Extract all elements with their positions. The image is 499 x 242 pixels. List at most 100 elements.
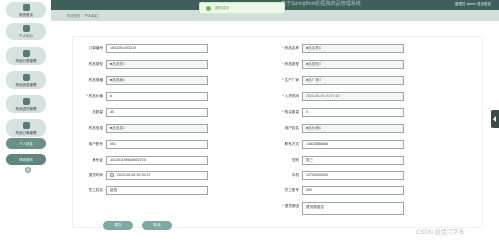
sidebar-item-medicine[interactable]: 药品信息管理 bbox=[6, 71, 46, 89]
field-label: 退货时间 bbox=[88, 173, 103, 177]
field-label: 用户账号 bbox=[88, 142, 103, 146]
field-value: 13700000000 bbox=[306, 173, 328, 177]
sidebar-item-label: 系统首页 bbox=[19, 12, 33, 17]
field-value: 2023-05-05 20:57:43 bbox=[306, 94, 340, 98]
return-reason-textarea[interactable]: 退货原因否 bbox=[302, 202, 404, 215]
field-label: * 入货时间 bbox=[282, 94, 299, 98]
form-field-input[interactable]: 001 bbox=[106, 140, 208, 149]
breadcrumb-home[interactable]: 系统首页 bbox=[67, 14, 81, 18]
cancel-button[interactable]: 取消 bbox=[142, 221, 172, 230]
sidebar-item-label: 个人中心 bbox=[19, 34, 33, 38]
field-label: 用户姓名 bbox=[284, 126, 299, 130]
user-menu[interactable]: 管理员 admin 退出登录 bbox=[455, 0, 491, 8]
field-label: * 药品价格 bbox=[86, 94, 103, 98]
field-label: 联系方式 bbox=[284, 142, 299, 146]
field-label: 员工账号 bbox=[284, 188, 299, 192]
field-value: 张三 bbox=[306, 158, 314, 162]
field-value: 6 bbox=[110, 94, 112, 98]
sidebar-item-category[interactable]: 药品分类管理 bbox=[6, 47, 46, 65]
field-label: 药品信息 bbox=[88, 126, 103, 130]
sidebar-item-home[interactable]: 系统首页 bbox=[6, 2, 46, 18]
home-icon bbox=[22, 3, 30, 11]
form-field-input[interactable]: 13823888888 bbox=[302, 140, 404, 149]
sidebar-item-order[interactable]: 药品订单管理 bbox=[6, 119, 46, 137]
sidebar-subitem-profile-info[interactable]: 个人信息 bbox=[6, 138, 46, 149]
field-value: ■品名称6 bbox=[306, 46, 321, 50]
form-field-input[interactable]: 2023-05-05 20:39:37 bbox=[106, 171, 208, 180]
field-label: * 购买数量 bbox=[282, 110, 299, 114]
field-label: 身份证 bbox=[92, 158, 103, 162]
breadcrumb-current: 个人中心 bbox=[84, 14, 99, 18]
field-label: 药品类型 bbox=[88, 62, 103, 66]
form-field-input[interactable]: ■品规格1 bbox=[106, 76, 208, 85]
sidebar-item-label: 药品分类管理 bbox=[15, 58, 37, 63]
breadcrumb-trail: 系统首页 个人中心 bbox=[67, 13, 98, 18]
form-field-input[interactable]: 6 bbox=[106, 92, 208, 101]
form-field-input[interactable]: 30 bbox=[106, 108, 208, 117]
field-label: * 生产厂家 bbox=[282, 78, 299, 82]
form-field-input[interactable]: ■品类型4 bbox=[302, 60, 404, 69]
field-value: 5 bbox=[306, 110, 308, 114]
form-field-input[interactable]: ■品厂家4 bbox=[302, 76, 404, 85]
form-field-input[interactable]: 000 bbox=[302, 186, 404, 195]
form-field-input[interactable]: 441301199605002710 bbox=[106, 156, 208, 165]
field-label: 总数量 bbox=[92, 110, 103, 114]
toast-message: 操作成功 bbox=[215, 5, 230, 10]
form-field-input[interactable]: ■品类型1 bbox=[106, 60, 208, 69]
field-label: * 药品名称 bbox=[282, 46, 299, 50]
sidebar-subitem-label: 修改密码 bbox=[19, 158, 33, 162]
sidebar-item-label: 药品信息管理 bbox=[15, 82, 37, 87]
field-value: 000 bbox=[306, 188, 312, 192]
sidebar-item-label: 药品订单管理 bbox=[15, 130, 37, 135]
sidebar-item-stock[interactable]: 药品进货管理 bbox=[6, 95, 46, 113]
stock-icon bbox=[22, 97, 30, 105]
field-value: 赵四 bbox=[110, 188, 118, 192]
form-field-input[interactable]: 张三 bbox=[302, 156, 404, 165]
sidebar-subitem-change-password[interactable]: 修改密码 bbox=[6, 154, 46, 165]
order-icon bbox=[22, 121, 30, 129]
cursor-indicator bbox=[25, 167, 31, 173]
sidebar: 系统首页 个人中心 药品分类管理 药品信息管理 药品进货管理 药品订单管理 个人… bbox=[0, 0, 51, 242]
form-field-input[interactable]: 1603201403219 bbox=[106, 44, 208, 53]
watermark: CSDN @佳汀学长 bbox=[416, 230, 465, 236]
check-icon bbox=[206, 5, 211, 11]
field-label: 手机 bbox=[291, 173, 299, 177]
field-label: 药品规格 bbox=[88, 78, 103, 82]
field-label: 订单编号 bbox=[88, 46, 103, 50]
form-field-input[interactable]: ■品价格6 bbox=[302, 124, 404, 133]
form-field-input[interactable]: 赵四 bbox=[106, 186, 208, 195]
field-label: 员工姓名 bbox=[88, 188, 103, 192]
calendar-icon bbox=[110, 173, 114, 178]
field-value: 13823888888 bbox=[306, 142, 328, 146]
field-value: ■品规格1 bbox=[110, 78, 125, 82]
app-window: 系统首页 个人中心 药品分类管理 药品信息管理 药品进货管理 药品订单管理 个人… bbox=[0, 0, 499, 242]
form-field-input[interactable]: ■品名称6 bbox=[302, 44, 404, 53]
sidebar-item-profile[interactable]: 个人中心 bbox=[6, 23, 46, 40]
field-value: ■品厂家4 bbox=[306, 78, 321, 82]
field-label: 性别 bbox=[291, 158, 299, 162]
sidebar-subitem-label: 个人信息 bbox=[19, 142, 33, 146]
field-value: 001 bbox=[110, 142, 116, 146]
field-value: 30 bbox=[110, 110, 114, 114]
form-field-input[interactable]: 2023-05-05 20:57:43 bbox=[302, 92, 404, 101]
sidebar-item-label: 药品进货管理 bbox=[15, 106, 37, 111]
success-toast: 操作成功 bbox=[199, 2, 285, 14]
submit-button[interactable]: 提交 bbox=[103, 221, 133, 230]
field-value: 441301199605002710 bbox=[110, 158, 146, 162]
user-icon bbox=[22, 25, 30, 32]
app-title: 基于SpringBoot的医院药品管理系统 bbox=[281, 1, 361, 7]
field-value: ■品类型1 bbox=[110, 62, 125, 66]
medicine-icon bbox=[22, 73, 30, 81]
field-value: ■品价格6 bbox=[306, 126, 321, 130]
field-label: * 药品类型 bbox=[282, 62, 299, 66]
field-value: ■品类型4 bbox=[306, 62, 321, 66]
category-icon bbox=[22, 49, 30, 57]
collapse-tab[interactable] bbox=[491, 110, 499, 128]
field-value: ■品信息1 bbox=[110, 126, 125, 130]
form-field-input[interactable]: ■品信息1 bbox=[106, 124, 208, 133]
field-value: 2023-05-05 20:39:37 bbox=[117, 173, 151, 177]
form-field-input[interactable]: 5 bbox=[302, 108, 404, 117]
form-field-input[interactable]: 13700000000 bbox=[302, 171, 404, 180]
field-label: * 退货原因 bbox=[282, 204, 299, 208]
submit-button-label: 提交 bbox=[114, 223, 122, 227]
